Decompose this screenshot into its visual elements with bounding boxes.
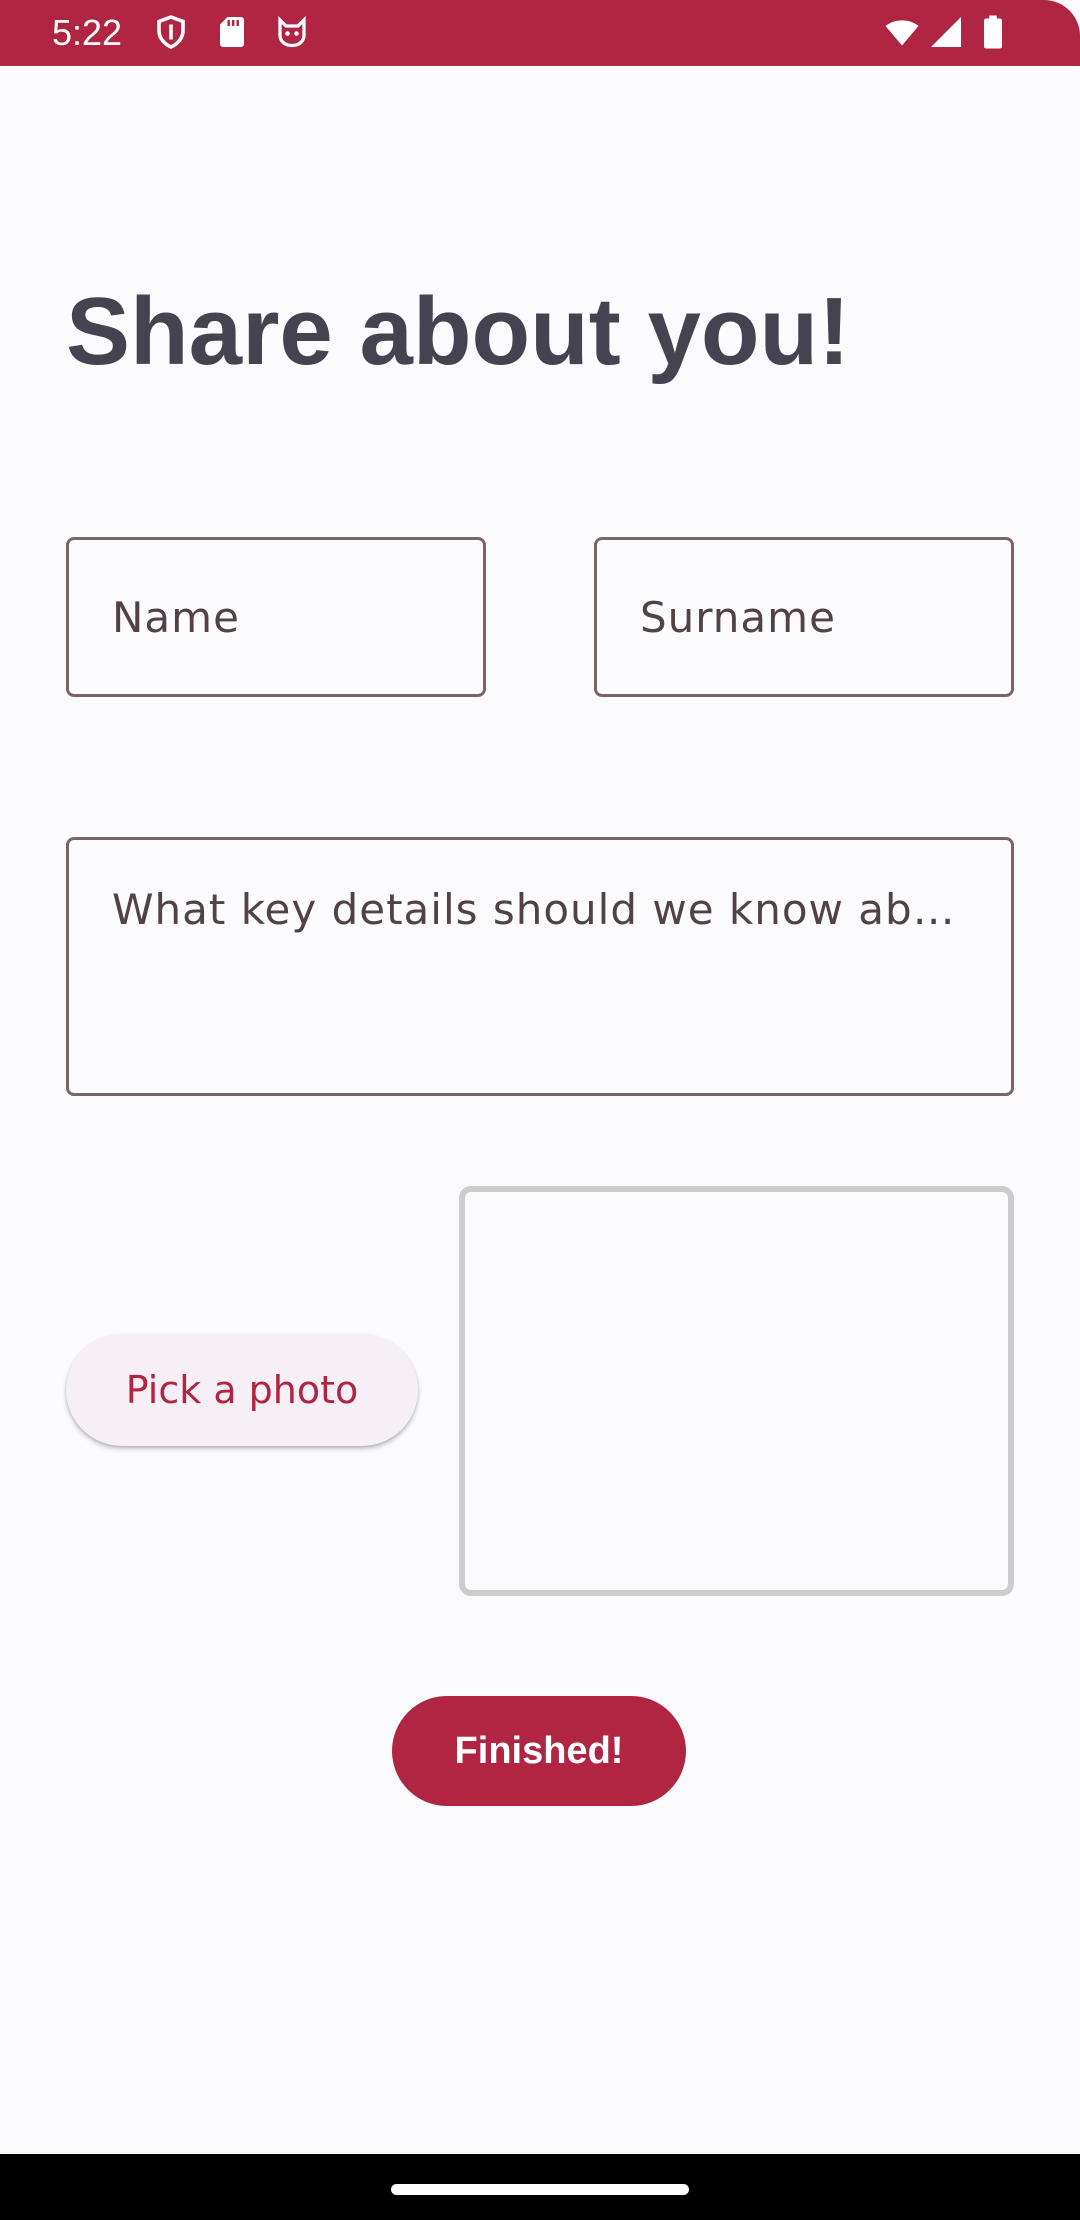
pick-photo-label: Pick a photo bbox=[125, 1368, 359, 1412]
shield-icon bbox=[153, 14, 189, 50]
app-screen: 5:22 Share about you! Name Surname What … bbox=[0, 0, 1080, 2220]
navigation-bar bbox=[0, 2154, 1080, 2220]
name-placeholder: Name bbox=[112, 593, 240, 642]
wifi-icon bbox=[882, 14, 922, 50]
details-field[interactable]: What key details should we know about… bbox=[66, 837, 1014, 1096]
sd-card-icon bbox=[214, 14, 250, 50]
finished-label: Finished! bbox=[454, 1729, 624, 1772]
home-handle[interactable] bbox=[391, 2184, 689, 2195]
pick-photo-button[interactable]: Pick a photo bbox=[66, 1334, 418, 1446]
surname-field[interactable]: Surname bbox=[594, 537, 1014, 697]
status-bar: 5:22 bbox=[0, 0, 1080, 66]
surname-placeholder: Surname bbox=[640, 593, 836, 642]
page-title: Share about you! bbox=[66, 278, 851, 385]
battery-icon bbox=[980, 14, 1006, 50]
status-time: 5:22 bbox=[52, 12, 123, 53]
cat-face-icon bbox=[274, 14, 310, 50]
details-placeholder: What key details should we know about… bbox=[112, 885, 972, 934]
finished-button[interactable]: Finished! bbox=[392, 1696, 686, 1806]
cell-signal-icon bbox=[928, 14, 964, 50]
photo-preview bbox=[459, 1186, 1014, 1596]
name-field[interactable]: Name bbox=[66, 537, 486, 697]
